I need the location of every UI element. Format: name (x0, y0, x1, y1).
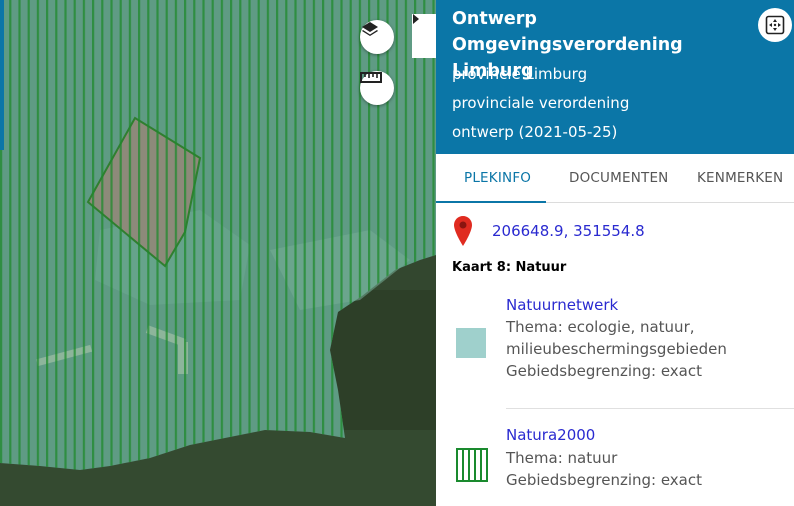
map-view[interactable] (0, 0, 436, 506)
measure-button[interactable] (360, 71, 394, 105)
natura2000-link[interactable]: Natura2000 (506, 426, 595, 444)
plan-status: ontwerp (2021-05-25) (452, 123, 618, 141)
tab-documenten[interactable]: DOCUMENTEN (569, 170, 668, 186)
natuurnetwerk-boundary: Gebiedsbegrenzing: exact (506, 362, 703, 380)
natuurnetwerk-legend-swatch (456, 328, 486, 358)
location-coordinates[interactable]: 206648.9, 351554.8 (492, 222, 645, 240)
natura2000-boundary: Gebiedsbegrenzing: exact (506, 471, 703, 489)
layers-button[interactable] (360, 20, 394, 54)
natura2000-legend-swatch (456, 448, 488, 482)
plekinfo-panel: 206648.9, 351554.8 Kaart 8: Natuur Natuu… (436, 202, 794, 506)
tab-plekinfo[interactable]: PLEKINFO (464, 170, 531, 186)
map-pin-icon (454, 216, 472, 246)
plan-header: Ontwerp Omgevingsverordening Limburg pro… (436, 0, 794, 154)
plan-type: provinciale verordening (452, 94, 630, 112)
layers-icon (362, 22, 378, 36)
natuurnetwerk-theme: Thema: ecologie, natuur, (506, 318, 695, 336)
plan-authority: provincie Limburg (452, 65, 588, 83)
natuurnetwerk-theme-cont: milieubeschermingsgebieden (506, 340, 727, 358)
tab-bar: PLEKINFO DOCUMENTEN KENMERKEN (436, 154, 794, 203)
natura2000-theme: Thema: natuur (506, 449, 618, 467)
chevron-right-icon (413, 14, 419, 24)
natuurnetwerk-link[interactable]: Natuurnetwerk (506, 296, 618, 314)
collapse-panel-button[interactable] (412, 14, 436, 58)
divider (506, 408, 794, 409)
fullscreen-icon (765, 15, 785, 35)
fullscreen-button[interactable] (758, 8, 792, 42)
ruler-icon (360, 72, 382, 83)
tab-kenmerken[interactable]: KENMERKEN (697, 170, 783, 186)
section-title: Kaart 8: Natuur (452, 260, 567, 275)
